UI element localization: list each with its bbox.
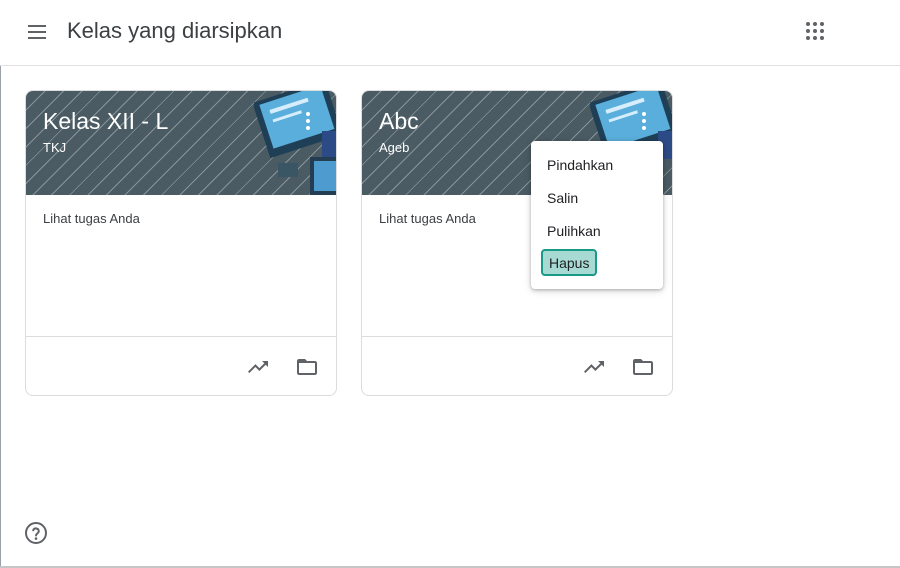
devices-illustration	[254, 91, 336, 195]
page-title: Kelas yang diarsipkan	[67, 18, 283, 43]
course-options-menu: Pindahkan Salin Pulihkan Hapus	[531, 141, 663, 289]
hamburger-menu-icon[interactable]	[24, 19, 50, 45]
folder-icon[interactable]	[631, 355, 655, 379]
help-icon[interactable]	[24, 521, 48, 545]
course-name[interactable]: Abc	[379, 108, 419, 135]
view-your-work-link[interactable]: Lihat tugas Anda	[379, 211, 476, 226]
course-banner[interactable]: Kelas XII - L TKJ	[26, 91, 336, 195]
more-options-icon[interactable]	[632, 109, 656, 133]
course-card-footer	[362, 336, 672, 395]
course-name[interactable]: Kelas XII - L	[43, 108, 168, 135]
menu-item-restore[interactable]: Pulihkan	[547, 223, 601, 239]
menu-item-copy[interactable]: Salin	[547, 190, 578, 206]
more-options-icon[interactable]	[296, 109, 320, 133]
menu-item-move[interactable]: Pindahkan	[547, 157, 613, 173]
trending-up-icon[interactable]	[246, 355, 270, 379]
course-section: TKJ	[43, 140, 67, 155]
folder-icon[interactable]	[295, 355, 319, 379]
course-card-body: Lihat tugas Anda	[26, 195, 336, 336]
course-card[interactable]: Kelas XII - L TKJ Lihat tugas Anda	[25, 90, 337, 396]
google-apps-icon[interactable]	[803, 19, 827, 43]
view-your-work-link[interactable]: Lihat tugas Anda	[43, 211, 140, 226]
window-left-edge	[0, 0, 1, 568]
menu-item-delete[interactable]: Hapus	[541, 249, 597, 276]
course-section: Ageb	[379, 140, 410, 155]
top-app-bar: Kelas yang diarsipkan	[0, 0, 900, 66]
trending-up-icon[interactable]	[582, 355, 606, 379]
course-card-footer	[26, 336, 336, 395]
